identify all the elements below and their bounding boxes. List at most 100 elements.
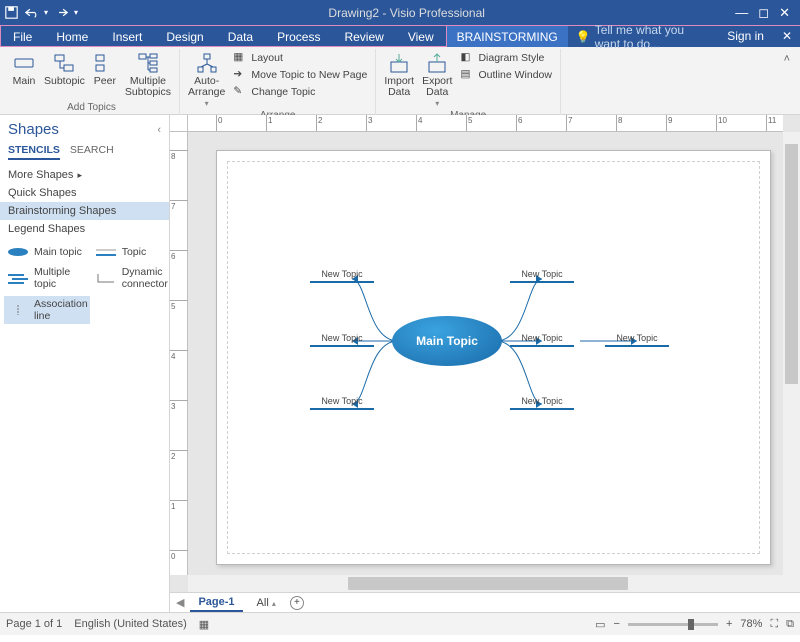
macro-icon[interactable]: ▦ (199, 618, 209, 631)
multiple-subtopics-button[interactable]: Multiple Subtopics (123, 49, 173, 100)
layout-icon: ▦ (233, 51, 247, 65)
group-manage: Import Data Export Data ▾ ◧Diagram Style… (376, 49, 561, 115)
main-topic-icon (12, 51, 36, 75)
diagram-style-button[interactable]: ◧Diagram Style (458, 49, 554, 66)
page-tab-1[interactable]: Page-1 (190, 594, 242, 612)
minimize-icon[interactable]: — (735, 5, 748, 21)
zoom-slider-thumb[interactable] (688, 619, 694, 630)
fit-page-icon[interactable]: ⛶ (770, 618, 778, 631)
stencils-tab[interactable]: STENCILS (8, 144, 60, 160)
topic-node[interactable]: New Topic (312, 269, 372, 279)
topic-node[interactable]: New Topic (607, 333, 667, 343)
topic-node[interactable]: New Topic (512, 269, 572, 279)
undo-dropdown-icon[interactable]: ▾ (44, 8, 48, 17)
association-line-shape-icon (6, 304, 30, 316)
outline-icon: ▤ (460, 68, 474, 82)
collapse-ribbon-icon[interactable]: ˄ (778, 49, 796, 69)
title-bar: ▾ ▾ Drawing2 - Visio Professional — ◻ ✕ (0, 0, 800, 25)
shapes-title: Shapes ‹ (0, 121, 169, 142)
close-window-icon[interactable]: ✕ (779, 5, 790, 21)
scrollbar-thumb[interactable] (785, 144, 798, 384)
presentation-icon[interactable]: ▭ (595, 618, 605, 631)
tab-file[interactable]: File (1, 26, 44, 47)
outline-window-button[interactable]: ▤Outline Window (458, 66, 554, 83)
scrollbar-thumb[interactable] (348, 577, 628, 590)
peer-button[interactable]: Peer (91, 49, 119, 89)
status-bar: Page 1 of 1 English (United States) ▦ ▭ … (0, 612, 800, 635)
signin-link[interactable]: Sign in (717, 26, 774, 47)
chevron-down-icon: ▾ (435, 99, 439, 108)
scrollbar-vertical[interactable] (783, 132, 800, 575)
zoom-out-icon[interactable]: − (614, 618, 620, 630)
search-tab[interactable]: SEARCH (70, 144, 114, 160)
window-title: Drawing2 - Visio Professional (78, 6, 735, 20)
move-topic-button[interactable]: ➔Move Topic to New Page (231, 66, 369, 83)
switch-windows-icon[interactable]: ⧉ (786, 618, 794, 631)
redo-icon[interactable] (54, 6, 68, 20)
mindmap-diagram: Main Topic New Topic New Topic New Topic Ne… (217, 151, 770, 564)
drawing-page[interactable]: Main Topic New Topic New Topic New Topic Ne… (216, 150, 771, 565)
topic-shape-icon (94, 246, 118, 258)
topic-node[interactable]: New Topic (512, 333, 572, 343)
multiple-topic-shape-icon (6, 272, 30, 284)
tab-design[interactable]: Design (154, 26, 215, 47)
shape-multiple-topic[interactable]: Multiple topic (4, 264, 90, 292)
collapse-pane-icon[interactable]: ‹ (157, 124, 161, 136)
style-icon: ◧ (460, 51, 474, 65)
shape-dynamic-connector[interactable]: Dynamic connector (92, 264, 170, 292)
topic-underline (310, 281, 374, 283)
page-tab-all[interactable]: All ▴ (249, 595, 284, 611)
tab-data[interactable]: Data (216, 26, 265, 47)
tab-review[interactable]: Review (332, 26, 395, 47)
save-icon[interactable] (4, 6, 18, 20)
tab-home[interactable]: Home (44, 26, 100, 47)
group-label: Add Topics (67, 102, 116, 115)
shape-main-topic[interactable]: Main topic (4, 244, 90, 260)
language[interactable]: English (United States) (74, 618, 187, 630)
ribbon: Main Subtopic Peer Multiple Subtopics Ad… (0, 47, 800, 115)
zoom-level[interactable]: 78% (740, 618, 762, 630)
topic-node[interactable]: New Topic (312, 396, 372, 406)
page-tabs: ◀ Page-1 All ▴ + (170, 592, 800, 612)
ruler-vertical: 876543210 (170, 132, 188, 575)
layout-button[interactable]: ▦Layout (231, 49, 369, 66)
shape-topic[interactable]: Topic (92, 244, 170, 260)
tell-me-search[interactable]: 💡 Tell me what you want to do... (568, 26, 718, 47)
import-data-button[interactable]: Import Data (382, 49, 416, 100)
brainstorming-shapes-cat[interactable]: Brainstorming Shapes (0, 202, 169, 220)
peer-icon (93, 51, 117, 75)
main-button[interactable]: Main (10, 49, 38, 89)
page-count: Page 1 of 1 (6, 618, 62, 630)
quick-shapes-cat[interactable]: Quick Shapes (0, 184, 169, 202)
shape-association-line[interactable]: Association line (4, 296, 90, 324)
group-add-topics: Main Subtopic Peer Multiple Subtopics Ad… (4, 49, 180, 115)
main-topic-shape[interactable]: Main Topic (392, 316, 502, 366)
maximize-icon[interactable]: ◻ (758, 5, 769, 21)
zoom-in-icon[interactable]: + (726, 618, 732, 630)
auto-arrange-button[interactable]: Auto- Arrange ▾ (186, 49, 227, 110)
tab-process[interactable]: Process (265, 26, 332, 47)
zoom-slider[interactable] (628, 623, 718, 626)
topic-node[interactable]: New Topic (512, 396, 572, 406)
tab-brainstorming[interactable]: BRAINSTORMING (447, 26, 568, 47)
add-page-button[interactable]: + (290, 596, 304, 610)
topic-underline (605, 345, 669, 347)
canvas[interactable]: 01234567891011 876543210 (170, 115, 800, 592)
tab-view[interactable]: View (396, 26, 446, 47)
topic-node[interactable]: New Topic (312, 333, 372, 343)
bulb-icon: 💡 (576, 30, 591, 44)
topic-underline (510, 281, 574, 283)
undo-icon[interactable] (24, 6, 38, 20)
main-topic-shape-icon (6, 246, 30, 258)
group-arrange: Auto- Arrange ▾ ▦Layout ➔Move Topic to N… (180, 49, 376, 115)
export-data-button[interactable]: Export Data ▾ (420, 49, 454, 110)
scrollbar-horizontal[interactable] (188, 575, 783, 592)
ribbon-close-icon[interactable]: ✕ (774, 26, 800, 47)
tab-insert[interactable]: Insert (100, 26, 154, 47)
change-topic-button[interactable]: ✎Change Topic (231, 83, 369, 100)
legend-shapes-cat[interactable]: Legend Shapes (0, 220, 169, 238)
ruler-horizontal: 01234567891011 (188, 115, 783, 132)
subtopic-button[interactable]: Subtopic (42, 49, 87, 89)
prev-page-icon[interactable]: ◀ (176, 596, 184, 609)
more-shapes[interactable]: More Shapes▸ (0, 166, 169, 184)
